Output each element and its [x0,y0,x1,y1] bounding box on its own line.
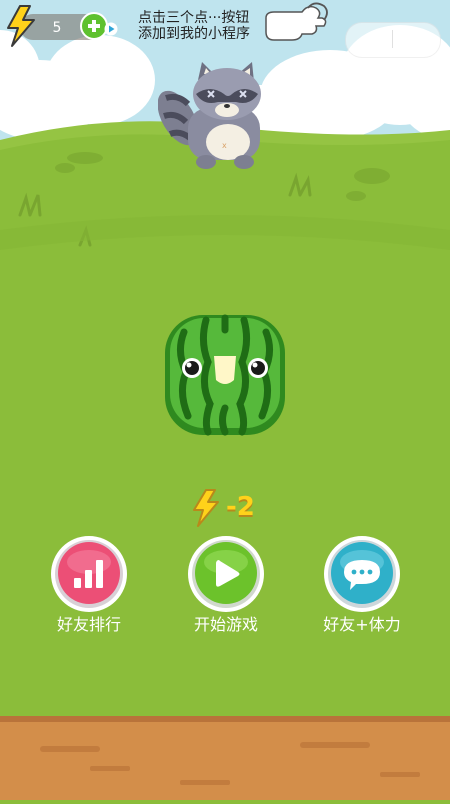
hint-line-2: 添加到我的小程序 [138,26,250,42]
more-dots-icon[interactable] [358,24,392,54]
capsule-divider [392,30,393,48]
friends-energy-button[interactable] [322,534,402,614]
play-small-icon [104,22,118,36]
hand-pointer-icon [265,2,328,41]
add-to-my-miniprogram-hint: 点击三个点···按钮 添加到我的小程序 [138,10,263,42]
friends-energy-label: 好友+体力 [323,615,401,634]
top-bar: 5 点击三个点···按钮 添加到我的小程序 [0,0,450,60]
start-game-button[interactable] [186,534,266,614]
lightning-icon [7,5,35,47]
svg-text:x: x [222,141,227,150]
dirt-ground [0,716,450,800]
hint-line-1: 点击三个点···按钮 [138,10,250,26]
energy-cost-value: -2 [226,492,255,522]
energy-count: 5 [52,20,62,36]
start-game-label: 开始游戏 [193,615,258,634]
raccoon-character: x [158,62,261,169]
lightning-icon [193,489,219,527]
close-circle-icon[interactable] [400,24,434,54]
energy-cost: -2 [188,488,268,528]
watermelon-character [165,314,285,436]
friend-ranking-label: 好友排行 [56,615,121,634]
friend-ranking-button[interactable] [49,534,129,614]
